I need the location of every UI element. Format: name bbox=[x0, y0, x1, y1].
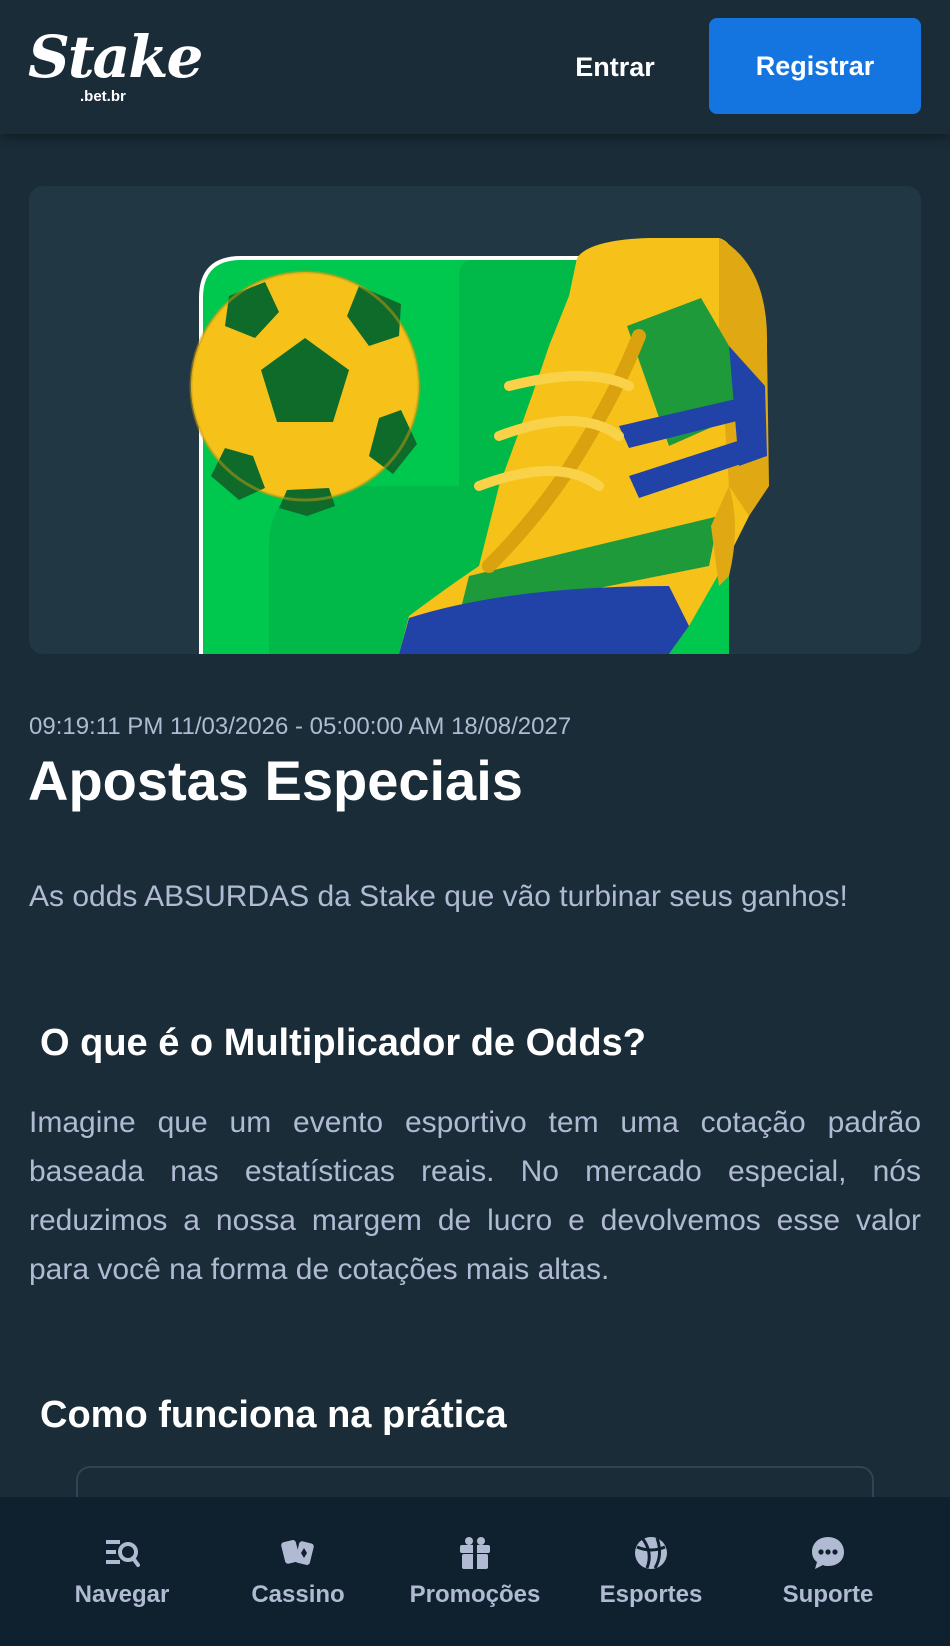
promotion-page: Stake .bet.br Entrar Registrar 09:19:11 … bbox=[0, 0, 950, 1646]
chat-icon bbox=[812, 1537, 844, 1569]
section-body-multiplier: Imagine que um evento esportivo tem uma … bbox=[29, 1106, 921, 1286]
page-title: Apostas Especiais bbox=[28, 749, 523, 812]
nav-item-casino[interactable]: Cassino bbox=[210, 1497, 386, 1646]
logo-domain: .bet.br bbox=[80, 88, 126, 105]
login-button[interactable]: Entrar bbox=[560, 42, 670, 92]
nav-label: Navegar bbox=[74, 1581, 170, 1608]
intro-text: As odds ABSURDAS da Stake que vão turbin… bbox=[29, 880, 848, 913]
section-heading-multiplier: O que é o Multiplicador de Odds? bbox=[40, 1022, 646, 1064]
nav-item-sports[interactable]: Esportes bbox=[563, 1497, 739, 1646]
cards-icon bbox=[281, 1540, 314, 1565]
ball-icon bbox=[635, 1537, 667, 1569]
stake-logo[interactable]: Stake .bet.br bbox=[28, 22, 203, 106]
promo-date-range: 09:19:11 PM 11/03/2026 - 05:00:00 AM 18/… bbox=[29, 713, 572, 740]
nav-label: Cassino bbox=[251, 1581, 345, 1608]
top-header: Stake .bet.br Entrar Registrar bbox=[0, 0, 950, 134]
nav-label: Promoções bbox=[409, 1581, 541, 1608]
nav-label: Suporte bbox=[782, 1581, 874, 1608]
gift-icon bbox=[460, 1537, 490, 1569]
bottom-nav: Navegar Cassino Promoções Esportes Supor… bbox=[0, 1497, 950, 1646]
logo-wordmark: Stake bbox=[28, 23, 203, 91]
nav-item-support[interactable]: Suporte bbox=[740, 1497, 916, 1646]
section-heading-how-it-works: Como funciona na prática bbox=[40, 1394, 507, 1436]
register-button[interactable]: Registrar bbox=[709, 18, 921, 114]
nav-item-promotions[interactable]: Promoções bbox=[387, 1497, 563, 1646]
nav-item-browse[interactable]: Navegar bbox=[34, 1497, 210, 1646]
browse-icon bbox=[106, 1540, 140, 1567]
football-boot-illustration bbox=[189, 238, 769, 654]
nav-label: Esportes bbox=[599, 1581, 703, 1608]
promo-banner bbox=[29, 186, 921, 654]
